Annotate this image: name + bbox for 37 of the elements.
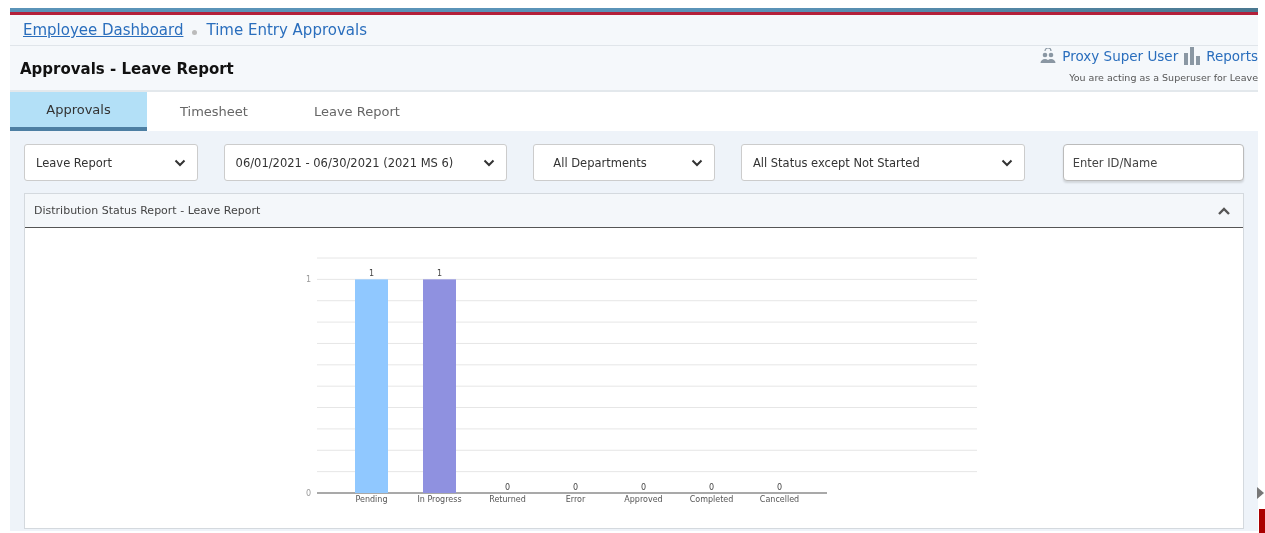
- header-link[interactable]: Proxy Super User: [1062, 48, 1179, 64]
- breadcrumb-current: Time Entry Approvals: [206, 21, 367, 39]
- y-tick-label: 1: [305, 275, 311, 285]
- breadcrumb-link[interactable]: Employee Dashboard: [23, 21, 184, 39]
- value-label: 1: [368, 269, 375, 279]
- dropdown[interactable]: All Status except Not Started: [740, 144, 1025, 181]
- chevron-down-icon: [483, 158, 496, 167]
- dropdown[interactable]: All Departments: [533, 144, 715, 181]
- value-label: 0: [708, 483, 715, 492]
- category-label: Cancelled: [759, 495, 800, 504]
- value-label: 1: [436, 269, 443, 279]
- people-icon: [1040, 48, 1057, 64]
- chevron-down-icon: [690, 158, 703, 167]
- value-label: 0: [640, 483, 647, 492]
- panel-title: Distribution Status Report - Leave Report: [34, 204, 261, 217]
- category-label: Completed: [689, 495, 734, 504]
- chevron-down-icon: [173, 158, 186, 167]
- category-label: Pending: [355, 495, 388, 504]
- chevron-up-icon[interactable]: [1217, 205, 1231, 216]
- value-label: 0: [504, 483, 511, 492]
- chevron-down-icon: [1000, 158, 1013, 167]
- tab[interactable]: Approvals: [10, 92, 147, 131]
- y-tick-label: 0: [305, 489, 311, 498]
- superuser-notice: You are acting as a Superuser for Leave: [1069, 72, 1258, 83]
- bar-chart-icon: [1184, 47, 1201, 65]
- category-label: Approved: [624, 495, 663, 504]
- category-label: Returned: [489, 495, 526, 504]
- separator-dot-icon: [192, 29, 198, 35]
- category-label: In Progress: [417, 495, 462, 504]
- dropdown[interactable]: Leave Report: [24, 144, 198, 181]
- dropdown[interactable]: 06/01/2021 - 06/30/2021 (2021 MS 6): [223, 144, 508, 181]
- value-label: 0: [776, 483, 783, 492]
- category-label: Error: [565, 495, 586, 504]
- header-link[interactable]: Reports: [1206, 48, 1258, 64]
- page-title: Approvals - Leave Report: [20, 60, 234, 78]
- value-label: 0: [572, 483, 579, 492]
- search-field[interactable]: Enter ID/Name: [1062, 144, 1244, 181]
